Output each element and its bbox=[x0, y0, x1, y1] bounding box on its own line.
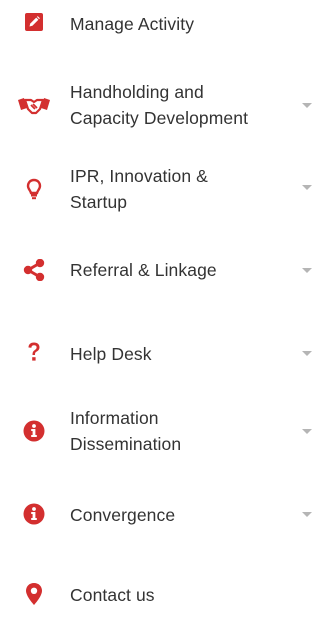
chevron-down-icon[interactable] bbox=[302, 351, 312, 356]
menu-item-label-line2: Startup bbox=[70, 192, 128, 212]
chevron-down-icon[interactable] bbox=[302, 103, 312, 108]
info-icon bbox=[14, 411, 54, 451]
menu-item-label: Manage Activity bbox=[70, 14, 195, 34]
question-icon bbox=[14, 332, 54, 372]
menu-item-label-line2: Capacity Development bbox=[70, 108, 249, 128]
chevron-down-icon[interactable] bbox=[302, 268, 312, 273]
menu-item-label: Help Desk bbox=[70, 344, 152, 364]
menu-item-label-line1: Information bbox=[70, 408, 159, 428]
menu-item-handholding[interactable]: Handholding and Capacity Development bbox=[0, 80, 326, 132]
sidebar-menu: Manage Activity Handholding and Capacity… bbox=[0, 0, 326, 620]
chevron-down-icon[interactable] bbox=[302, 429, 312, 434]
share-icon bbox=[14, 250, 54, 290]
lightbulb-icon bbox=[14, 169, 54, 209]
chevron-down-icon[interactable] bbox=[302, 512, 312, 517]
edit-icon bbox=[14, 2, 54, 42]
menu-item-contact-us[interactable]: Contact us bbox=[0, 574, 326, 614]
menu-item-referral-linkage[interactable]: Referral & Linkage bbox=[0, 250, 326, 290]
info-icon bbox=[14, 494, 54, 534]
menu-item-label: Referral & Linkage bbox=[70, 260, 217, 280]
menu-item-label-line1: IPR, Innovation & bbox=[70, 166, 208, 186]
menu-item-convergence[interactable]: Convergence bbox=[0, 494, 326, 534]
menu-item-label: Contact us bbox=[70, 585, 155, 605]
handshake-icon bbox=[14, 86, 54, 126]
menu-item-label-line2: Dissemination bbox=[70, 434, 182, 454]
menu-item-information-dissemination[interactable]: Information Dissemination bbox=[0, 406, 326, 458]
menu-item-help-desk[interactable]: Help Desk bbox=[0, 332, 326, 372]
menu-item-label: Convergence bbox=[70, 505, 176, 525]
menu-item-manage-activity[interactable]: Manage Activity bbox=[0, 2, 326, 42]
menu-item-ipr-innovation[interactable]: IPR, Innovation & Startup bbox=[0, 164, 326, 216]
menu-item-label-line1: Handholding and bbox=[70, 82, 204, 102]
location-pin-icon bbox=[14, 574, 54, 614]
chevron-down-icon[interactable] bbox=[302, 185, 312, 190]
